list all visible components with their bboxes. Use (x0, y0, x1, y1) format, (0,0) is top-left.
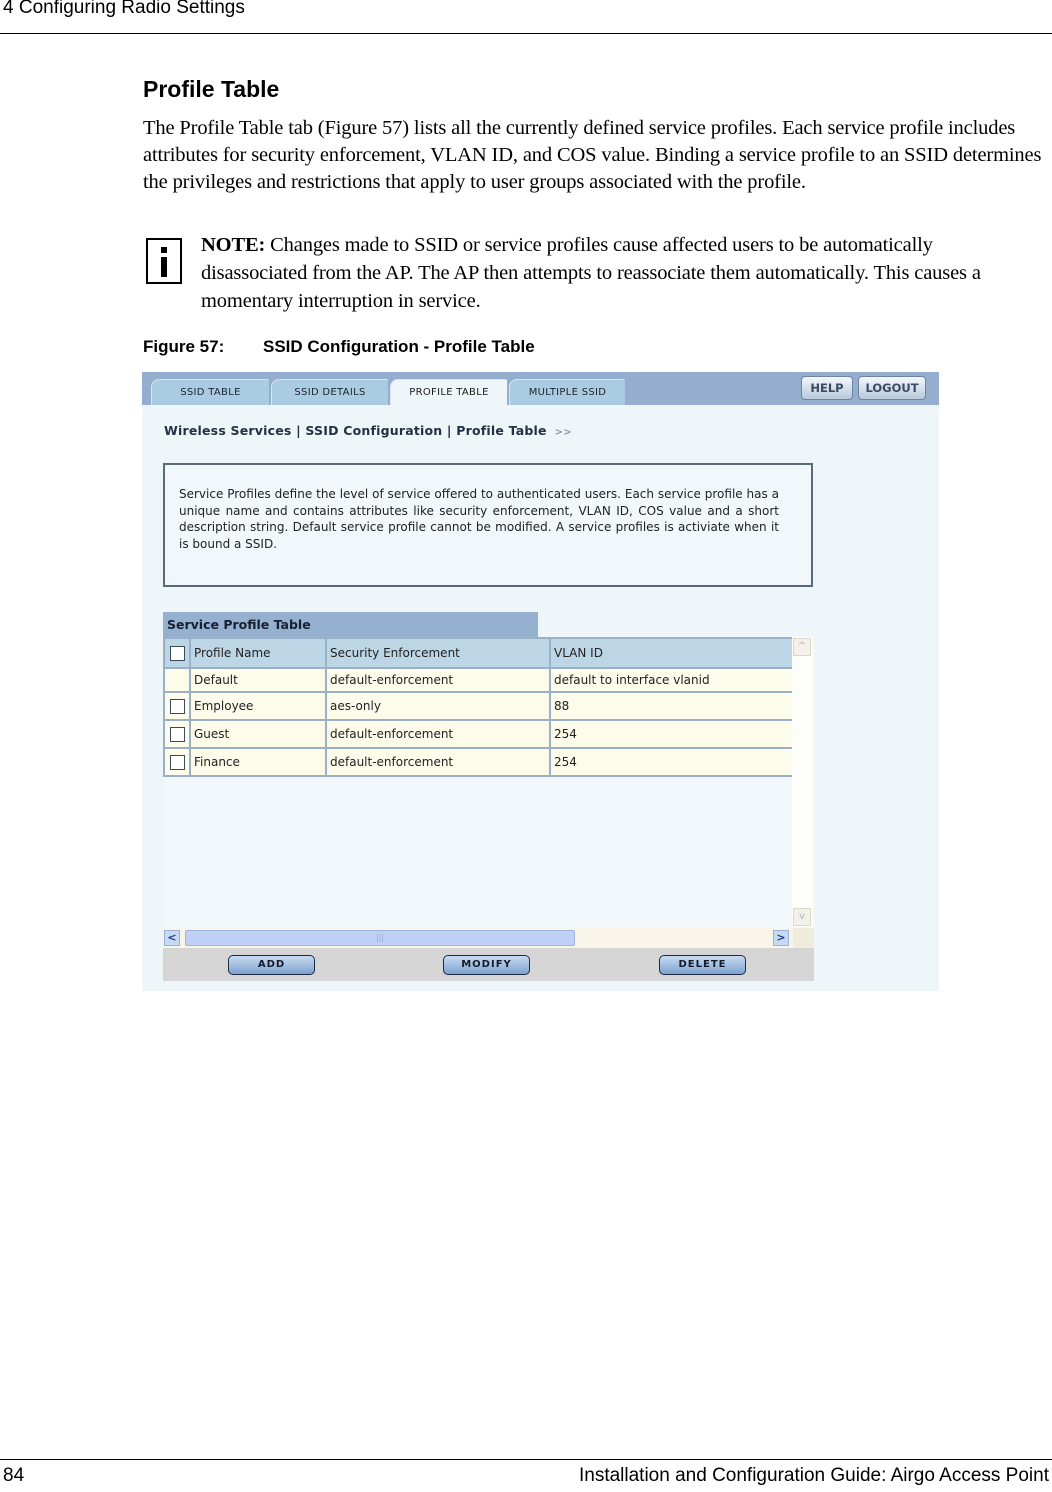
cell-profile-name: Guest (189, 719, 327, 749)
horizontal-scroll-thumb[interactable]: ||| (185, 930, 575, 946)
row-checkbox-cell (163, 719, 191, 749)
running-header: 4 Configuring Radio Settings (3, 0, 245, 18)
column-header-profile-name[interactable]: Profile Name (189, 637, 327, 669)
cell-profile-name: Default (189, 667, 327, 693)
scrollbar-corner (793, 928, 814, 948)
row-checkbox[interactable] (169, 698, 185, 714)
delete-button[interactable]: DELETE (659, 955, 746, 975)
table-row[interactable]: Finance default-enforcement 254 (163, 747, 795, 777)
row-checkbox[interactable] (169, 726, 185, 742)
tab-multiple-ssid[interactable]: MULTIPLE SSID (509, 379, 625, 405)
help-button[interactable]: HELP (801, 376, 853, 400)
cell-vlan-id: 254 (549, 719, 795, 749)
cell-security-enforcement: aes-only (325, 691, 551, 721)
tab-ssid-details[interactable]: SSID DETAILS (271, 379, 388, 405)
row-checkbox[interactable] (169, 754, 185, 770)
info-icon-bar (161, 257, 167, 277)
guide-title: Installation and Configuration Guide: Ai… (578, 1465, 1049, 1486)
body-paragraph: The Profile Table tab (Figure 57) lists … (143, 117, 1042, 193)
cell-vlan-id: 88 (549, 691, 795, 721)
service-profile-table: Profile Name Security Enforcement VLAN I… (163, 637, 814, 928)
tab-profile-table[interactable]: PROFILE TABLE (390, 379, 507, 405)
double-chevron-icon: >> (554, 427, 572, 438)
table-row[interactable]: Employee aes-only 88 (163, 691, 795, 721)
info-icon-dot (161, 247, 167, 253)
service-profile-table-title: Service Profile Table (163, 612, 538, 637)
tab-ssid-table[interactable]: SSID TABLE (151, 379, 269, 405)
section-title: Profile Table (143, 76, 280, 102)
profile-table-screenshot: SSID TABLE SSID DETAILS PROFILE TABLE MU… (142, 372, 939, 991)
cell-security-enforcement: default-enforcement (325, 667, 551, 693)
modify-button[interactable]: MODIFY (443, 955, 530, 975)
note-label: NOTE: (201, 234, 266, 256)
column-header-security-enforcement[interactable]: Security Enforcement (325, 637, 551, 669)
table-row[interactable]: Default default-enforcement default to i… (163, 667, 795, 693)
cell-vlan-id: default to interface vlanid (549, 667, 795, 693)
cell-security-enforcement: default-enforcement (325, 747, 551, 777)
cell-security-enforcement: default-enforcement (325, 719, 551, 749)
scroll-left-icon[interactable]: < (164, 930, 180, 946)
cell-profile-name: Finance (189, 747, 327, 777)
figure-number: Figure 57: (143, 337, 225, 356)
add-button[interactable]: ADD (228, 955, 315, 975)
vertical-scrollbar[interactable]: ^ v (792, 637, 813, 927)
page-number: 84 (3, 1465, 25, 1486)
breadcrumb: Wireless Services | SSID Configuration |… (164, 423, 572, 438)
scroll-down-icon[interactable]: v (793, 908, 811, 926)
tab-bar: SSID TABLE SSID DETAILS PROFILE TABLE MU… (142, 372, 939, 405)
cell-profile-name: Employee (189, 691, 327, 721)
footer-rule (0, 1459, 1052, 1460)
note: NOTE: Changes made to SSID or service pr… (201, 231, 1021, 315)
action-button-bar: ADD MODIFY DELETE (163, 948, 814, 981)
scroll-right-icon[interactable]: > (773, 930, 789, 946)
table-row[interactable]: Guest default-enforcement 254 (163, 719, 795, 749)
select-all-checkbox[interactable] (169, 645, 185, 661)
figure-caption: Figure 57: SSID Configuration - Profile T… (143, 337, 535, 357)
figure-title: SSID Configuration - Profile Table (263, 337, 535, 356)
logout-button[interactable]: LOGOUT (858, 376, 926, 400)
select-all-cell (163, 637, 191, 669)
scroll-up-icon[interactable]: ^ (793, 638, 811, 656)
header-rule (0, 33, 1052, 34)
cell-vlan-id: 254 (549, 747, 795, 777)
row-checkbox-cell (163, 691, 191, 721)
table-header-row: Profile Name Security Enforcement VLAN I… (163, 637, 795, 669)
profile-grid: Profile Name Security Enforcement VLAN I… (163, 637, 795, 777)
note-text: Changes made to SSID or service profiles… (201, 234, 981, 312)
column-header-vlan-id[interactable]: VLAN ID (549, 637, 795, 669)
row-checkbox-cell (163, 747, 191, 777)
description-box: Service Profiles define the level of ser… (163, 463, 813, 587)
description-text: Service Profiles define the level of ser… (179, 487, 779, 551)
row-checkbox-cell-empty (163, 667, 191, 693)
horizontal-scrollbar[interactable]: < ||| > (163, 928, 814, 948)
info-icon (146, 238, 182, 284)
breadcrumb-text: Wireless Services | SSID Configuration |… (164, 423, 547, 438)
